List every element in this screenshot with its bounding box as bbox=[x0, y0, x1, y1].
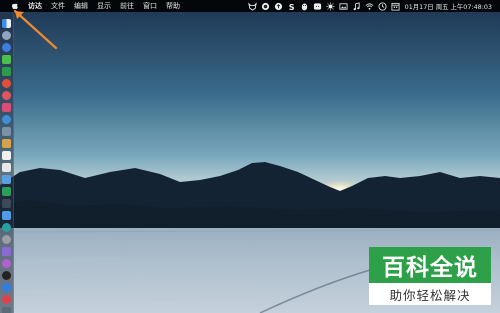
calendar-icon[interactable] bbox=[391, 2, 400, 11]
image-icon[interactable] bbox=[339, 2, 348, 11]
dark-circle-icon[interactable] bbox=[261, 2, 270, 11]
watermark-title: 百科全说 bbox=[369, 247, 491, 283]
s-icon[interactable]: S bbox=[287, 2, 296, 11]
appstore-blue-icon[interactable] bbox=[2, 283, 11, 292]
files-icon[interactable] bbox=[2, 151, 11, 160]
chrome-icon[interactable] bbox=[2, 67, 11, 76]
menu-edit[interactable]: 编辑 bbox=[74, 0, 88, 12]
app-icon[interactable] bbox=[2, 247, 11, 256]
menu-view[interactable]: 显示 bbox=[97, 0, 111, 12]
trash-icon[interactable] bbox=[2, 307, 11, 313]
dock bbox=[0, 14, 14, 313]
menubar-clock[interactable]: 01月17日 周五 上午07:48:03 bbox=[405, 2, 492, 11]
qq-icon[interactable] bbox=[2, 175, 11, 184]
menu-finder[interactable]: 访达 bbox=[28, 0, 42, 12]
music-icon[interactable] bbox=[352, 1, 361, 11]
green-app-icon[interactable] bbox=[2, 187, 11, 196]
podcast-icon[interactable] bbox=[2, 259, 11, 268]
apple-icon[interactable] bbox=[10, 1, 20, 11]
svg-text:S: S bbox=[288, 2, 294, 11]
settings-icon[interactable] bbox=[2, 235, 11, 244]
music-red-icon[interactable] bbox=[2, 295, 11, 304]
preview-icon[interactable] bbox=[2, 163, 11, 172]
launchpad-icon[interactable] bbox=[2, 31, 11, 40]
time-machine-icon[interactable] bbox=[378, 1, 387, 11]
terminal-icon[interactable] bbox=[2, 199, 11, 208]
status-area: S 01月17日 周五 上午07:48:03 bbox=[247, 0, 500, 12]
edge-icon[interactable] bbox=[2, 223, 11, 232]
red-app-icon[interactable] bbox=[2, 79, 11, 88]
finder-icon[interactable] bbox=[2, 19, 11, 28]
safari-icon[interactable] bbox=[2, 43, 11, 52]
desktop: 访达 文件 编辑 显示 前往 窗口 帮助 S 01月17日 周五 上午07:48… bbox=[0, 0, 500, 313]
calendar-icon[interactable] bbox=[2, 139, 11, 148]
menu-go[interactable]: 前往 bbox=[120, 0, 134, 12]
menu-help[interactable]: 帮助 bbox=[166, 0, 180, 12]
watermark-subtitle: 助你轻松解决 bbox=[369, 283, 491, 305]
finder-icon[interactable] bbox=[2, 211, 11, 220]
menu-bar: 访达 文件 编辑 显示 前往 窗口 帮助 S 01月17日 周五 上午07:48… bbox=[0, 0, 500, 12]
menu-items: 访达 文件 编辑 显示 前往 窗口 帮助 bbox=[28, 0, 189, 12]
notes-icon[interactable] bbox=[2, 127, 11, 136]
watermark-badge: 百科全说 助你轻松解决 bbox=[369, 247, 491, 307]
wechat-icon[interactable] bbox=[2, 55, 11, 64]
wifi-icon[interactable] bbox=[365, 2, 374, 11]
wechat-icon[interactable] bbox=[313, 2, 322, 11]
menu-file[interactable]: 文件 bbox=[51, 0, 65, 12]
upload-circle-icon[interactable] bbox=[274, 2, 283, 11]
brightness-icon[interactable] bbox=[326, 1, 335, 11]
tv-icon[interactable] bbox=[2, 271, 11, 280]
appstore-icon[interactable] bbox=[2, 115, 11, 124]
photos-icon[interactable] bbox=[2, 91, 11, 100]
menu-window[interactable]: 窗口 bbox=[143, 0, 157, 12]
qq-penguin-icon[interactable] bbox=[300, 2, 309, 11]
music-app-icon[interactable] bbox=[2, 103, 11, 112]
fox-icon[interactable] bbox=[247, 1, 257, 11]
